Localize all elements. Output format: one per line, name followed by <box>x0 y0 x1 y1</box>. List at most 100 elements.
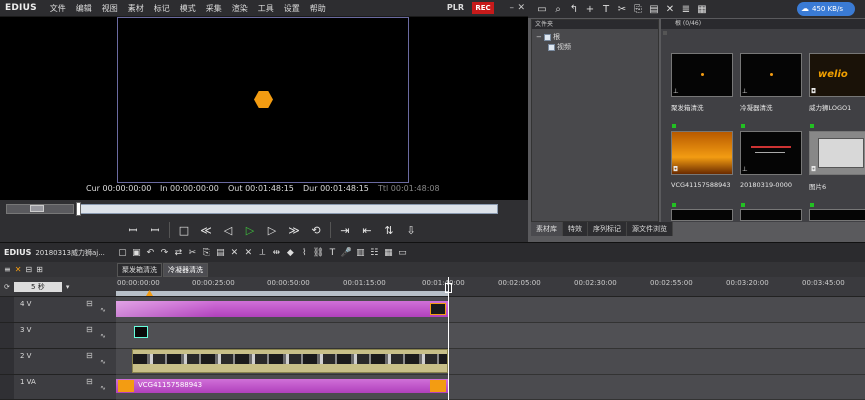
lane-2v[interactable] <box>116 349 865 375</box>
position-slider[interactable] <box>78 204 498 214</box>
track-wave-icon[interactable]: ∿ <box>100 306 106 314</box>
clip-4v[interactable] <box>116 301 448 317</box>
delete-icon[interactable]: ✕ <box>227 248 241 258</box>
ripple-delete-icon[interactable]: ✕ <box>241 248 255 258</box>
play-icon[interactable]: ▷ <box>239 221 261 239</box>
paste-icon[interactable]: ▤ <box>213 248 227 258</box>
menu-marker[interactable]: 标记 <box>149 3 175 14</box>
tab-sequence-2[interactable]: 冷凝器清洗 <box>163 262 208 277</box>
timeline-ruler[interactable]: 00:00:00:00 00:00:25:00 00:00:50:00 00:0… <box>116 277 865 297</box>
step-forward-icon[interactable]: ▷ <box>261 221 283 239</box>
link-icon[interactable]: ⛓ <box>311 248 325 258</box>
menu-clip[interactable]: 素材 <box>123 3 149 14</box>
delete-icon[interactable]: ✕ <box>662 4 678 15</box>
menu-render[interactable]: 渲染 <box>227 3 253 14</box>
plr-label[interactable]: PLR <box>447 3 464 12</box>
add-cut-icon[interactable]: ⟂ <box>255 248 269 258</box>
clip-3v-marker[interactable] <box>134 326 148 338</box>
rec-label[interactable]: REC <box>472 2 494 14</box>
collapse-icon[interactable]: − <box>536 33 542 41</box>
menu-help[interactable]: 帮助 <box>305 3 331 14</box>
tab-bin[interactable]: 素材库 <box>531 222 563 236</box>
stop-icon[interactable]: □ <box>173 221 195 239</box>
lock-icon[interactable]: ⊟ <box>86 377 93 386</box>
menu-settings[interactable]: 设置 <box>279 3 305 14</box>
close-icon[interactable]: ✕ <box>517 3 525 13</box>
cut-icon[interactable]: ✂ <box>614 4 630 15</box>
add-icon[interactable]: + <box>582 4 598 15</box>
insert-icon[interactable]: ⇥ <box>334 221 356 239</box>
menu-edit[interactable]: 编辑 <box>71 3 97 14</box>
zoom-selector[interactable]: 5 秒 <box>13 281 62 292</box>
mixer-icon[interactable]: ☷ <box>367 248 381 258</box>
clip-thumb-8[interactable] <box>740 209 802 221</box>
fast-forward-icon[interactable]: ≫ <box>283 221 305 239</box>
menu-mode[interactable]: 模式 <box>175 3 201 14</box>
tab-sequence-markers[interactable]: 序列标记 <box>588 222 627 236</box>
export-icon[interactable]: ⇩ <box>400 221 422 239</box>
rewind-icon[interactable]: ≪ <box>195 221 217 239</box>
track-1va[interactable]: 1 VA ⊟ ∿ <box>0 375 116 400</box>
render-icon[interactable]: ▦ <box>381 248 395 258</box>
tab-source-browser[interactable]: 源文件浏览 <box>627 222 673 236</box>
paste-icon[interactable]: ▤ <box>646 4 662 15</box>
folder-icon[interactable]: ▭ <box>534 4 550 15</box>
settings-icon[interactable]: ▭ <box>395 248 409 258</box>
track-2v[interactable]: 2 V ⊟ ∿ <box>0 349 116 375</box>
up-folder-icon[interactable]: ↰ <box>566 4 582 15</box>
mode-icon[interactable]: ⇄ <box>171 248 185 258</box>
clip-thumb-5[interactable] <box>740 131 802 175</box>
set-in-icon[interactable]: ꟷ <box>122 221 144 239</box>
menu-file[interactable]: 文件 <box>45 3 71 14</box>
save-icon[interactable]: ▣ <box>129 248 143 258</box>
lock-icon[interactable]: ⊟ <box>86 299 93 308</box>
marker-icon[interactable]: ◆ <box>283 248 297 258</box>
lock-icon[interactable]: ⊟ <box>86 325 93 334</box>
cut-icon[interactable]: ✂ <box>185 248 199 258</box>
properties-icon[interactable]: ≣ <box>678 4 694 15</box>
lock-icon[interactable]: ⊟ <box>86 351 93 360</box>
copy-icon[interactable]: ⎘ <box>630 4 646 15</box>
split-icon[interactable]: ⇅ <box>378 221 400 239</box>
expand-icon[interactable]: ≡ <box>4 265 11 274</box>
in-out-range[interactable] <box>116 291 448 296</box>
title-icon[interactable]: T <box>598 4 614 15</box>
position-handle[interactable] <box>76 202 81 216</box>
clip-1va[interactable]: VCG41157588943 <box>116 379 448 393</box>
playhead-handle[interactable] <box>445 283 452 293</box>
clip-thumb-1[interactable] <box>671 53 733 97</box>
track-wave-icon[interactable]: ∿ <box>100 332 106 340</box>
clip-thumb-6[interactable] <box>809 131 865 175</box>
playhead-line[interactable] <box>448 277 449 400</box>
new-sequence-icon[interactable]: ▢ <box>115 248 129 258</box>
tree-item-video[interactable]: 视频 <box>548 42 571 52</box>
tracks-icon[interactable]: ⊞ <box>36 265 43 274</box>
menu-capture[interactable]: 采集 <box>201 3 227 14</box>
clip-thumb-9[interactable] <box>809 209 865 221</box>
title-icon[interactable]: T <box>325 248 339 258</box>
shuttle-knob[interactable] <box>30 205 44 212</box>
menu-view[interactable]: 视图 <box>97 3 123 14</box>
track-wave-icon[interactable]: ∿ <box>100 358 106 366</box>
lane-3v[interactable] <box>116 323 865 349</box>
overwrite-icon[interactable]: ⇤ <box>356 221 378 239</box>
search-icon[interactable]: ⌕ <box>550 4 566 15</box>
clip-thumb-2[interactable] <box>740 53 802 97</box>
lane-4v[interactable] <box>116 297 865 323</box>
step-back-icon[interactable]: ◁ <box>217 221 239 239</box>
track-4v[interactable]: 4 V ⊟ ∿ <box>0 297 116 323</box>
copy-icon[interactable]: ⎘ <box>199 248 213 258</box>
snap-icon[interactable]: ⌇ <box>297 248 311 258</box>
minimize-icon[interactable]: – <box>510 3 515 13</box>
clip-thumb-3[interactable]: welio <box>809 53 865 97</box>
redo-icon[interactable]: ↷ <box>157 248 171 258</box>
in-out-icon[interactable]: ⇹ <box>269 248 283 258</box>
tool-icon[interactable]: ✕ <box>15 265 22 274</box>
tree-root[interactable]: − 根 <box>536 32 560 42</box>
track-icon[interactable]: ⊟ <box>25 265 32 274</box>
track-3v[interactable]: 3 V ⊟ ∿ <box>0 323 116 349</box>
view-icon[interactable]: ▦ <box>694 4 710 15</box>
lane-1va[interactable]: VCG41157588943 <box>116 375 865 400</box>
mic-icon[interactable]: 🎤 <box>339 248 353 258</box>
loop-icon[interactable]: ⟲ <box>305 221 327 239</box>
